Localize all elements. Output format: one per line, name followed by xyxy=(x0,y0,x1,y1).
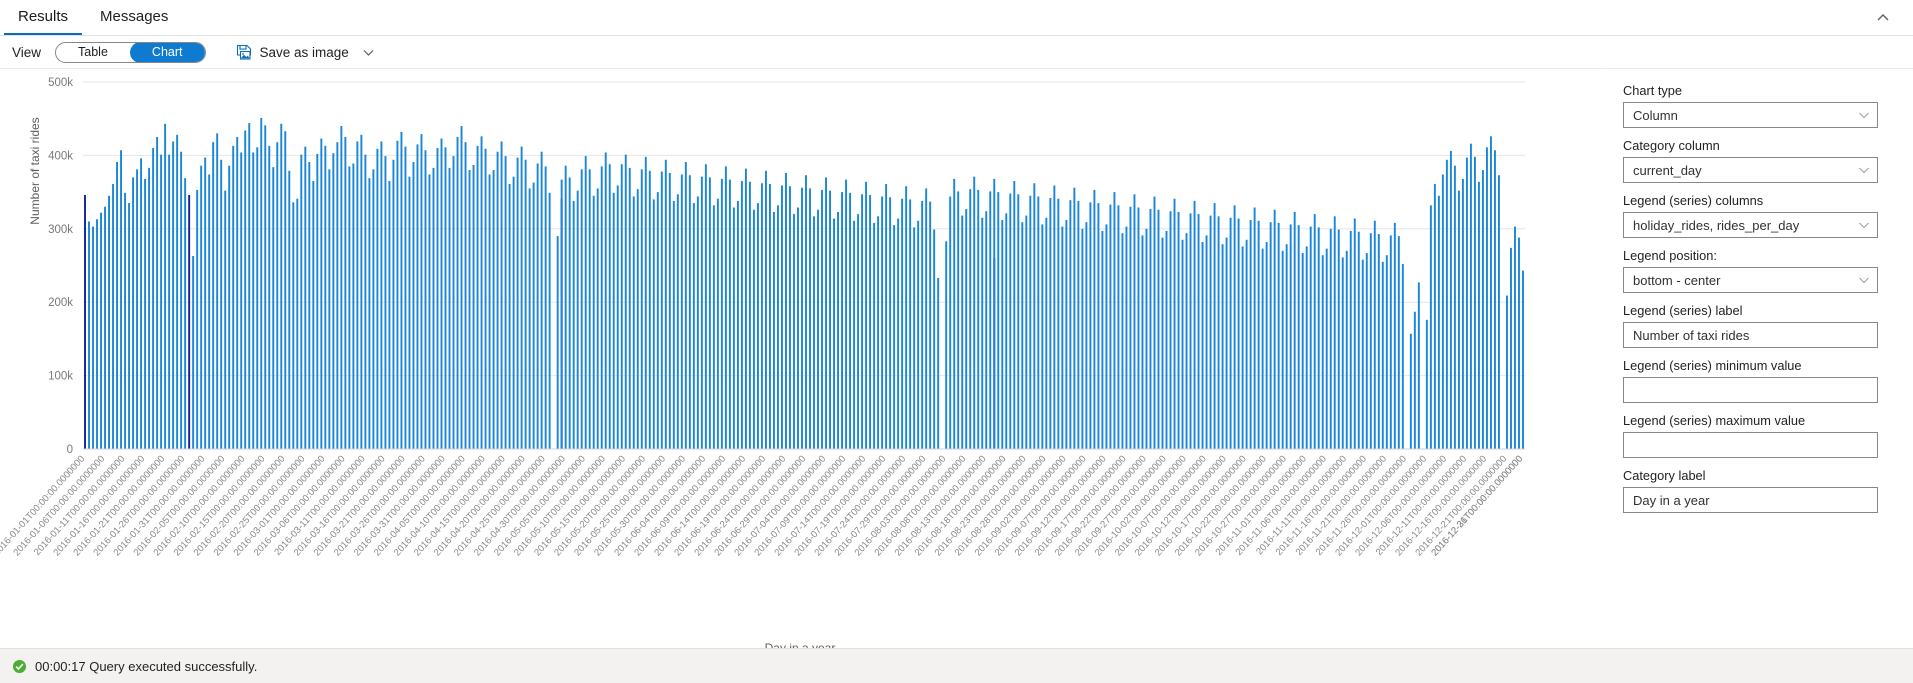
query-results-panel: Results Messages View Table Chart Save a… xyxy=(0,0,1913,683)
legend-columns-label: Legend (series) columns xyxy=(1623,193,1891,208)
field-legend-label: Legend (series) label Number of taxi rid… xyxy=(1623,303,1891,348)
legend-label-value: Number of taxi rides xyxy=(1633,328,1871,343)
chevron-down-icon xyxy=(1857,108,1871,122)
column-chart[interactable]: 0100k200k300k400k500k2016-01-01T00:00:00… xyxy=(0,69,1600,634)
svg-text:200k: 200k xyxy=(48,297,73,309)
tab-results[interactable]: Results xyxy=(4,9,82,35)
tab-messages[interactable]: Messages xyxy=(86,9,182,35)
legend-label-input[interactable]: Number of taxi rides xyxy=(1623,322,1878,348)
legend-label-label: Legend (series) label xyxy=(1623,303,1891,318)
field-legend-max: Legend (series) maximum value xyxy=(1623,413,1891,458)
view-toggle-group: Table Chart xyxy=(55,42,205,63)
status-message: 00:00:17 Query executed successfully. xyxy=(35,659,257,674)
chart-type-select[interactable]: Column xyxy=(1623,102,1878,128)
svg-text:300k: 300k xyxy=(48,224,73,236)
legend-position-label: Legend position: xyxy=(1623,248,1891,263)
success-check-icon xyxy=(12,659,27,674)
chevron-down-icon[interactable] xyxy=(362,46,375,59)
legend-columns-value: holiday_rides, rides_per_day xyxy=(1633,218,1857,233)
chart-type-value: Column xyxy=(1633,108,1857,123)
legend-min-input[interactable] xyxy=(1623,377,1878,403)
legend-position-select[interactable]: bottom - center xyxy=(1623,267,1878,293)
view-label: View xyxy=(12,45,41,60)
category-column-value: current_day xyxy=(1633,163,1857,178)
chart-type-label: Chart type xyxy=(1623,83,1891,98)
collapse-panel-button[interactable] xyxy=(1867,4,1899,32)
category-column-select[interactable]: current_day xyxy=(1623,157,1878,183)
field-category-label: Category label Day in a year xyxy=(1623,468,1891,513)
legend-columns-select[interactable]: holiday_rides, rides_per_day xyxy=(1623,212,1878,238)
save-as-image-label: Save as image xyxy=(260,45,349,60)
field-legend-position: Legend position: bottom - center xyxy=(1623,248,1891,293)
chart-container: Number of taxi rides 0100k200k300k400k50… xyxy=(0,69,1600,649)
category-label-value: Day in a year xyxy=(1633,493,1871,508)
status-bar: 00:00:17 Query executed successfully. xyxy=(0,648,1913,683)
legend-max-input[interactable] xyxy=(1623,432,1878,458)
category-label-label: Category label xyxy=(1623,468,1891,483)
category-label-input[interactable]: Day in a year xyxy=(1623,487,1878,513)
chart-toolbar: View Table Chart Save as image xyxy=(0,36,1913,68)
category-column-label: Category column xyxy=(1623,138,1891,153)
results-body: Number of taxi rides 0 100k 200k 300k 400k 50… xyxy=(0,68,1913,648)
svg-text:100k: 100k xyxy=(48,371,73,383)
chart-pane: Number of taxi rides 0100k200k300k400k50… xyxy=(0,68,1600,648)
svg-text:0: 0 xyxy=(67,444,73,456)
legend-position-value: bottom - center xyxy=(1633,273,1857,288)
legend-max-label: Legend (series) maximum value xyxy=(1623,413,1891,428)
view-toggle-chart[interactable]: Chart xyxy=(130,42,205,63)
field-chart-type: Chart type Column xyxy=(1623,83,1891,128)
chevron-down-icon xyxy=(1857,273,1871,287)
save-as-image-button[interactable]: Save as image xyxy=(232,42,379,63)
chevron-up-icon xyxy=(1875,10,1891,26)
legend-min-label: Legend (series) minimum value xyxy=(1623,358,1891,373)
field-legend-columns: Legend (series) columns holiday_rides, r… xyxy=(1623,193,1891,238)
chart-settings-panel: Chart type Column Category column curren… xyxy=(1600,68,1913,648)
chevron-down-icon xyxy=(1857,218,1871,232)
chevron-down-icon xyxy=(1857,163,1871,177)
svg-text:500k: 500k xyxy=(48,77,73,89)
field-legend-min: Legend (series) minimum value xyxy=(1623,358,1891,403)
field-category-column: Category column current_day xyxy=(1623,138,1891,183)
results-tabstrip: Results Messages xyxy=(0,0,1913,36)
view-toggle-table[interactable]: Table xyxy=(56,42,130,63)
svg-text:400k: 400k xyxy=(48,150,73,162)
save-image-icon xyxy=(236,44,253,61)
